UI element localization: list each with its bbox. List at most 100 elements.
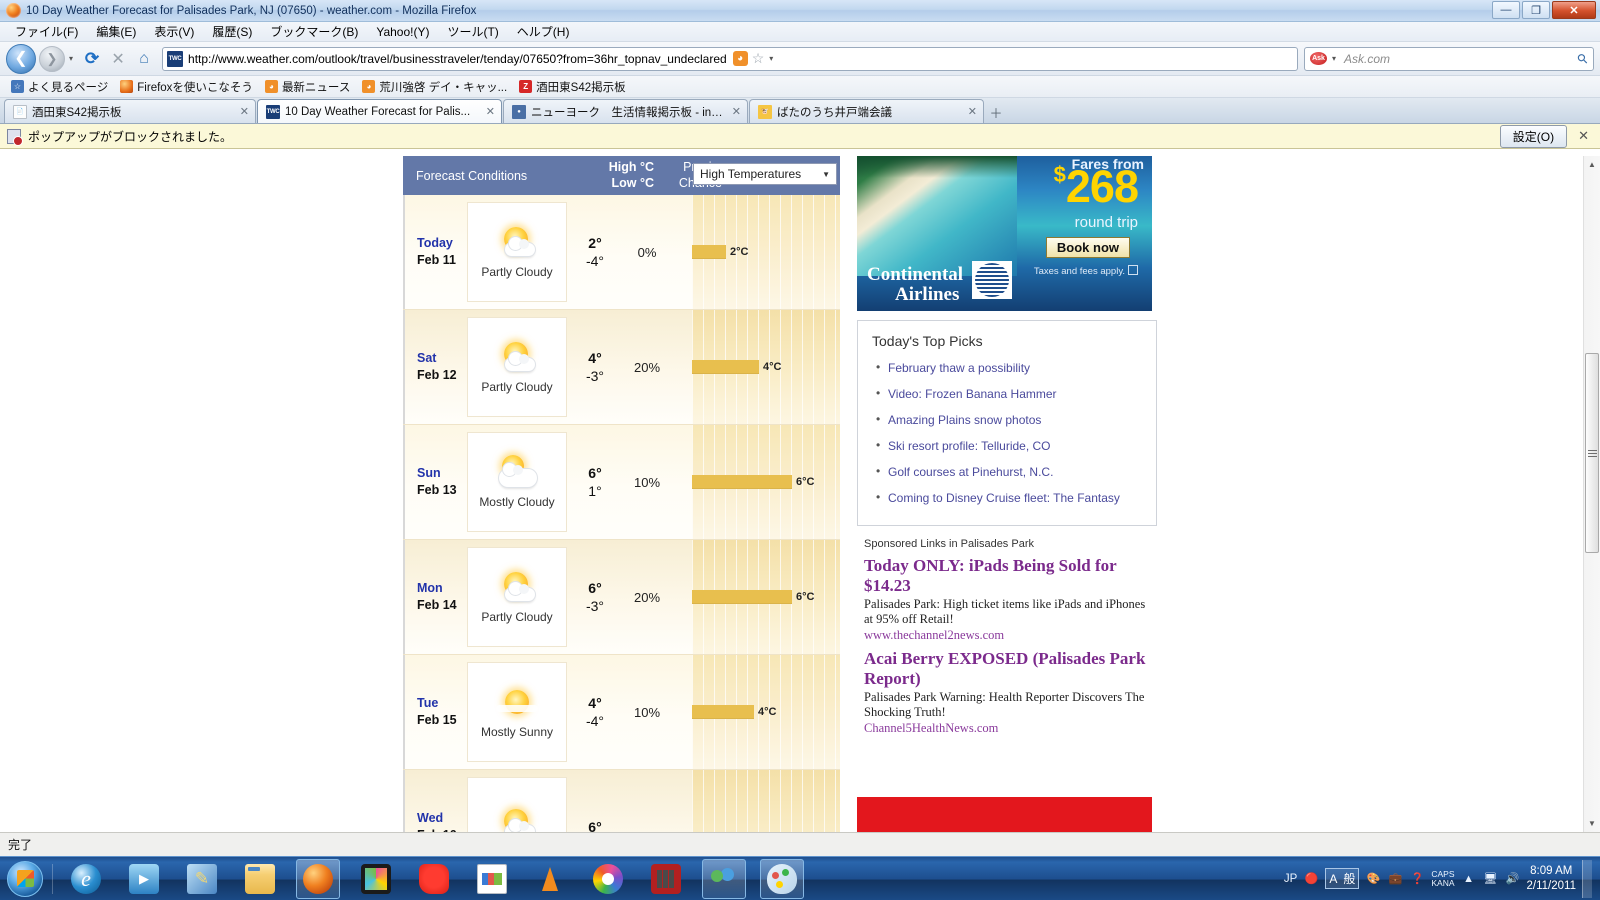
network-icon[interactable]: 🖥 bbox=[1483, 871, 1499, 887]
close-button[interactable]: ✕ bbox=[1552, 1, 1596, 19]
new-tab-button[interactable]: ＋ bbox=[985, 101, 1007, 123]
rss-feed-icon[interactable]: ◕ bbox=[732, 51, 748, 66]
sponsored-title[interactable]: Today ONLY: iPads Being Sold for $14.23 bbox=[864, 556, 1157, 595]
tab-batanouchi[interactable]: 🐮 ばたのうち井戸端会議 ✕ bbox=[749, 99, 984, 123]
bookmark-sakatahigashi[interactable]: Z 酒田東S42掲示板 bbox=[514, 79, 630, 95]
taskbar-vlc[interactable] bbox=[528, 859, 572, 899]
forward-button[interactable]: ❯ bbox=[39, 45, 65, 72]
forecast-row[interactable]: Tue Feb 15 Mostly Sunny 4° -4° 10% 4°C bbox=[403, 655, 840, 770]
list-item[interactable]: Coming to Disney Cruise fleet: The Fanta… bbox=[858, 485, 1156, 511]
menu-bookmarks[interactable]: ブックマーク(B) bbox=[261, 23, 367, 40]
taskbar-firefox[interactable] bbox=[296, 858, 340, 899]
list-item[interactable]: Amazing Plains snow photos bbox=[858, 407, 1156, 433]
bookmark-star-icon[interactable]: ☆ bbox=[752, 50, 765, 67]
scroll-up-icon[interactable]: ▲ bbox=[1584, 156, 1600, 173]
minimize-button[interactable]: — bbox=[1492, 1, 1520, 19]
taskbar-picasa[interactable] bbox=[586, 859, 630, 899]
maximize-button[interactable]: ❐ bbox=[1522, 1, 1550, 19]
ask-engine-icon[interactable]: Ask bbox=[1310, 52, 1327, 65]
forecast-row[interactable]: Today Feb 11 Partly Cloudy 2° -4° 0% 2°C bbox=[403, 195, 840, 310]
url-text[interactable]: http://www.weather.com/outlook/travel/bu… bbox=[188, 52, 727, 66]
taskbar-robot-app[interactable] bbox=[644, 859, 688, 899]
tab-newyork-board[interactable]: ● ニューヨーク 生活情報掲示板 - info... ✕ bbox=[503, 99, 748, 123]
ime-dictionary-icon[interactable]: 💼 bbox=[1387, 871, 1403, 887]
expand-icon[interactable] bbox=[1128, 265, 1138, 275]
document-icon bbox=[477, 863, 507, 894]
tab-weather-forecast[interactable]: TWC 10 Day Weather Forecast for Palis...… bbox=[257, 99, 502, 123]
bookmark-latest-news[interactable]: ◕ 最新ニュース bbox=[260, 79, 355, 95]
menu-tools[interactable]: ツール(T) bbox=[438, 23, 507, 40]
taskbar-document-app[interactable] bbox=[470, 859, 514, 899]
back-button[interactable]: ❮ bbox=[6, 43, 36, 74]
taskbar-red-app[interactable] bbox=[412, 859, 456, 899]
volume-icon[interactable]: 🔊 bbox=[1505, 871, 1521, 887]
taskbar-tv-app[interactable] bbox=[354, 859, 398, 899]
menu-edit[interactable]: 編集(E) bbox=[87, 23, 145, 40]
ime-balloon-icon[interactable]: 🔴 bbox=[1303, 871, 1319, 887]
bookmark-firefox-tips[interactable]: Firefoxを使いこなそう bbox=[115, 79, 258, 95]
taskbar-file-explorer[interactable] bbox=[238, 859, 282, 899]
book-now-button[interactable]: Book now bbox=[1045, 237, 1130, 258]
close-icon[interactable]: ✕ bbox=[968, 105, 977, 118]
continental-airlines-ad[interactable]: Fares from $268 round trip Book now Taxe… bbox=[857, 156, 1152, 311]
bookmark-most-visited[interactable]: ☆ よく見るページ bbox=[6, 79, 113, 95]
search-engine-dropdown-icon[interactable]: ▾ bbox=[1332, 54, 1336, 63]
menu-file[interactable]: ファイル(F) bbox=[6, 23, 87, 40]
temperature-bar-chart: 4°C bbox=[692, 655, 840, 769]
list-item[interactable]: Ski resort profile: Telluride, CO bbox=[858, 433, 1156, 459]
menu-view[interactable]: 表示(V) bbox=[145, 23, 203, 40]
close-icon[interactable]: ✕ bbox=[486, 105, 495, 118]
list-item[interactable]: February thaw a possibility bbox=[858, 355, 1156, 381]
history-dropdown-icon[interactable]: ▾ bbox=[69, 54, 73, 63]
taskbar-media-player[interactable] bbox=[122, 859, 166, 899]
menu-history[interactable]: 履歴(S) bbox=[203, 23, 261, 40]
close-icon[interactable]: ✕ bbox=[240, 105, 249, 118]
close-icon[interactable]: ✕ bbox=[1574, 128, 1593, 144]
sponsored-url[interactable]: Channel5HealthNews.com bbox=[864, 721, 1157, 736]
menu-help[interactable]: ヘルプ(H) bbox=[508, 23, 579, 40]
address-bar[interactable]: TWC http://www.weather.com/outlook/trave… bbox=[162, 46, 1298, 71]
start-button[interactable] bbox=[2, 859, 48, 899]
reload-button[interactable]: ⟳ bbox=[80, 49, 104, 69]
taskbar-messenger[interactable] bbox=[702, 858, 746, 899]
ime-mode-general[interactable]: 般 bbox=[1340, 869, 1358, 888]
forecast-row[interactable]: Wed Feb 16 6° bbox=[403, 770, 840, 832]
bookmark-arakawa[interactable]: ◕ 荒川強啓 デイ・キャッ... bbox=[357, 79, 512, 95]
help-icon[interactable]: ❓ bbox=[1409, 871, 1425, 887]
ime-mode-alpha[interactable]: A bbox=[1326, 871, 1340, 887]
red-ad-banner[interactable] bbox=[857, 797, 1152, 832]
popup-settings-button[interactable]: 設定(O) bbox=[1499, 124, 1568, 148]
sponsored-title[interactable]: Acai Berry EXPOSED (Palisades Park Repor… bbox=[864, 649, 1157, 688]
tab-sakatahigashi[interactable]: 📄 酒田東S42掲示板 ✕ bbox=[4, 99, 256, 123]
scroll-down-icon[interactable]: ▼ bbox=[1584, 815, 1600, 832]
search-icon[interactable]: ⚲ bbox=[1574, 49, 1592, 67]
search-input[interactable]: Ask.com bbox=[1344, 52, 1574, 66]
search-bar[interactable]: Ask ▾ Ask.com ⚲ bbox=[1304, 46, 1594, 71]
menu-yahoo[interactable]: Yahoo!(Y) bbox=[367, 25, 438, 39]
taskbar-internet-explorer[interactable] bbox=[64, 859, 108, 899]
taskbar-paint[interactable] bbox=[760, 858, 804, 899]
graph-type-select[interactable]: High Temperatures ▼ bbox=[693, 163, 837, 185]
home-button[interactable]: ⌂ bbox=[132, 50, 156, 68]
ime-tools-icon[interactable]: 🎨 bbox=[1365, 871, 1381, 887]
ime-toolbar[interactable]: A 般 bbox=[1325, 868, 1360, 889]
sponsored-url[interactable]: www.thechannel2news.com bbox=[864, 628, 1157, 643]
low-temp: 1° bbox=[588, 483, 602, 499]
stop-button[interactable]: ✕ bbox=[107, 49, 129, 69]
sponsored-link-item[interactable]: Acai Berry EXPOSED (Palisades Park Repor… bbox=[857, 649, 1157, 736]
list-item[interactable]: Video: Frozen Banana Hammer bbox=[858, 381, 1156, 407]
forecast-row[interactable]: Sun Feb 13 Mostly Cloudy 6° 1° 10% 6°C bbox=[403, 425, 840, 540]
scrollbar-thumb[interactable] bbox=[1585, 353, 1599, 553]
taskbar-paint-tool[interactable] bbox=[180, 859, 224, 899]
forecast-row[interactable]: Sat Feb 12 Partly Cloudy 4° -3° 20% 4°C bbox=[403, 310, 840, 425]
clock[interactable]: 8:09 AM 2/11/2011 bbox=[1527, 864, 1576, 893]
close-icon[interactable]: ✕ bbox=[732, 105, 741, 118]
sponsored-link-item[interactable]: Today ONLY: iPads Being Sold for $14.23 … bbox=[857, 556, 1157, 643]
forecast-row[interactable]: Mon Feb 14 Partly Cloudy 6° -3° 20% 6°C bbox=[403, 540, 840, 655]
url-dropdown-icon[interactable]: ▾ bbox=[769, 54, 773, 63]
page-scrollbar[interactable]: ▲ ▼ bbox=[1583, 156, 1600, 832]
show-desktop-button[interactable] bbox=[1582, 859, 1592, 898]
language-indicator[interactable]: JP bbox=[1284, 873, 1297, 885]
list-item[interactable]: Golf courses at Pinehurst, N.C. bbox=[858, 459, 1156, 485]
show-hidden-icons-icon[interactable]: ▲ bbox=[1461, 871, 1477, 887]
